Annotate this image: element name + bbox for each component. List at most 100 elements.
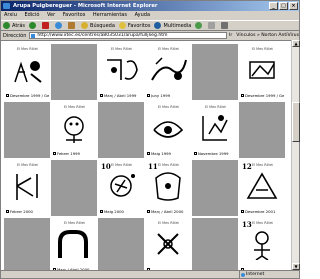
search-label: Búsqueda [90,22,115,29]
mail-button[interactable] [208,22,217,29]
card-signature: El Mev Rillet [158,221,179,225]
gray-filler-cell [98,218,144,270]
drawing-card[interactable]: El Mev Rillet Febrer 1999 [52,103,96,157]
stop-button[interactable] [42,22,51,29]
menu-file[interactable]: Arxiu [4,12,17,18]
page-content: El Mev RilletDesembre 1999 / Gener 1999E… [1,40,291,270]
drawing-card[interactable]: El Mev Rillet [146,219,190,270]
menu-favorites[interactable]: Favoritos [63,12,86,18]
window-title: Arupa Puigbereguer - Microsoft Internet … [13,3,158,9]
drawing-card[interactable]: 12 El Mev Rillet Desembre 2001 [240,161,284,215]
globe-icon [241,273,245,277]
print-button[interactable] [221,22,230,29]
drawing-card[interactable]: El Mev Rillet Març / Abril 2000 [52,219,96,270]
forward-arrow-icon [29,22,37,29]
scroll-up-arrow-icon[interactable]: ▲ [292,40,300,47]
card-caption-wrap: Maig 1999 [147,150,171,156]
card-caption: Març / Abril 1999 [104,92,137,98]
forward-button[interactable] [29,22,38,29]
card-caption: Març / Abril 2000 [151,208,184,214]
drawing-cell: 10 El Mev Rillet Maig 2000 [98,160,144,216]
child-drawing [64,116,84,143]
refresh-button[interactable] [55,22,64,29]
child-drawing [157,233,179,255]
child-drawing [58,230,88,258]
links-bar[interactable]: Vínculos » Norton AntiVirus [236,33,299,38]
scroll-down-arrow-icon[interactable]: ▼ [292,263,300,270]
printer-icon [221,22,229,29]
child-drawing [16,174,38,200]
gray-filler-cell [192,44,238,100]
menu-tools[interactable]: Herramientas [93,12,127,18]
checkbox-icon [147,210,150,214]
drawing-cell: El Mev Rillet Març / Abril 2000 [51,218,97,270]
card-signature: El Mev Rillet [64,105,85,109]
card-caption: Maig 2000 [104,208,124,214]
drawing-card[interactable]: 11 El Mev Rillet Març / Abril 2000 [146,161,190,215]
gray-filler-cell [98,102,144,158]
checkbox-icon [147,94,150,98]
checkbox-icon [100,210,103,214]
zone-label: Internet [246,272,265,277]
address-input[interactable]: http://www.xtec.es/centres/a8035031/arup… [29,32,227,39]
menu-bar: Arxiu Edició Ver Favoritos Herramientas … [1,11,299,20]
menu-edit[interactable]: Edició [24,12,39,18]
checkbox-icon [147,152,150,156]
card-caption: Desembre 1999 / Gener 2000 [245,92,284,98]
drawing-cell: El Mev Rillet Febrer 1999 [51,102,97,158]
star-icon [118,22,126,29]
drawing-grid: El Mev RilletDesembre 1999 / Gener 1999E… [4,44,285,270]
drawing-card[interactable]: 10 El Mev Rillet Maig 2000 [99,161,143,215]
card-signature: El Mev Rillet [111,163,132,167]
browser-window: Arupa Puigbereguer - Microsoft Internet … [0,0,300,279]
card-caption: Febrer 2000 [10,208,33,214]
card-caption-wrap: Desembre 2001 [241,208,276,214]
favorites-button[interactable]: Favoritos [118,22,150,29]
card-caption-wrap: Febrer 2000 [6,208,33,214]
drawing-card[interactable]: El Mev Rillet Maig 1999 [146,103,190,157]
history-button[interactable] [195,22,204,29]
status-bar: Internet [1,270,299,279]
stop-icon [42,22,50,29]
drawing-card[interactable]: El Mev Rillet Desembre 1999 / Gener 1999 [5,45,49,99]
checkbox-icon [194,152,197,156]
close-button[interactable]: × [289,2,298,10]
drawing-card[interactable]: 13 El Mev Rillet [240,219,284,270]
drawing-cell: 12 El Mev Rillet Desembre 2001 [239,160,285,216]
child-drawing [202,115,228,141]
card-caption-wrap: Març / Abril 2000 [147,208,184,214]
child-drawing [107,59,138,80]
checkbox-icon [241,210,244,214]
drawing-cell: El Mev Rillet Novembre 1999 [192,102,238,158]
card-signature: El Mev Rillet [111,47,132,51]
scroll-thumb[interactable] [292,102,300,142]
multimedia-button[interactable]: Multimedia [154,22,191,29]
card-caption-wrap: Febrer 1999 [53,151,80,156]
drawing-card[interactable]: El Mev Rillet Desembre 1999 / Gener 2000 [240,45,284,99]
go-button[interactable]: Ir [229,33,232,38]
child-drawing [246,172,278,199]
vertical-scrollbar[interactable]: ▲ ▼ [291,40,300,270]
back-button[interactable]: Atrás [3,22,25,29]
search-button[interactable]: Búsqueda [81,22,115,29]
minimize-button[interactable]: _ [269,2,278,10]
maximize-button[interactable]: □ [279,2,288,10]
menu-view[interactable]: Ver [47,12,55,18]
home-button[interactable] [68,22,77,29]
card-signature: El Mev Rillet [17,47,38,51]
card-caption: Maig 1999 [151,150,171,156]
card-caption-wrap: Desembre 1999 / Gener 1999 [6,93,49,98]
card-signature: El Mev Rillet [158,105,179,109]
drawing-card[interactable]: El Mev Rillet Febrer 2000 [5,161,49,215]
title-bar: Arupa Puigbereguer - Microsoft Internet … [1,1,299,11]
card-caption: Desembre 2001 [245,208,276,214]
child-drawing [153,121,184,138]
gray-filler-cell [192,218,238,270]
menu-help[interactable]: Ayuda [135,12,150,18]
checkbox-icon [53,152,56,156]
drawing-cell: El Mev Rillet Juny 1999 [145,44,191,100]
drawing-card[interactable]: El Mev Rillet Juny 1999 [146,45,190,99]
drawing-card[interactable]: El Mev Rillet Març / Abril 1999 [99,45,143,99]
gray-filler-cell [51,44,97,100]
drawing-card[interactable]: El Mev Rillet Novembre 1999 [193,103,237,157]
